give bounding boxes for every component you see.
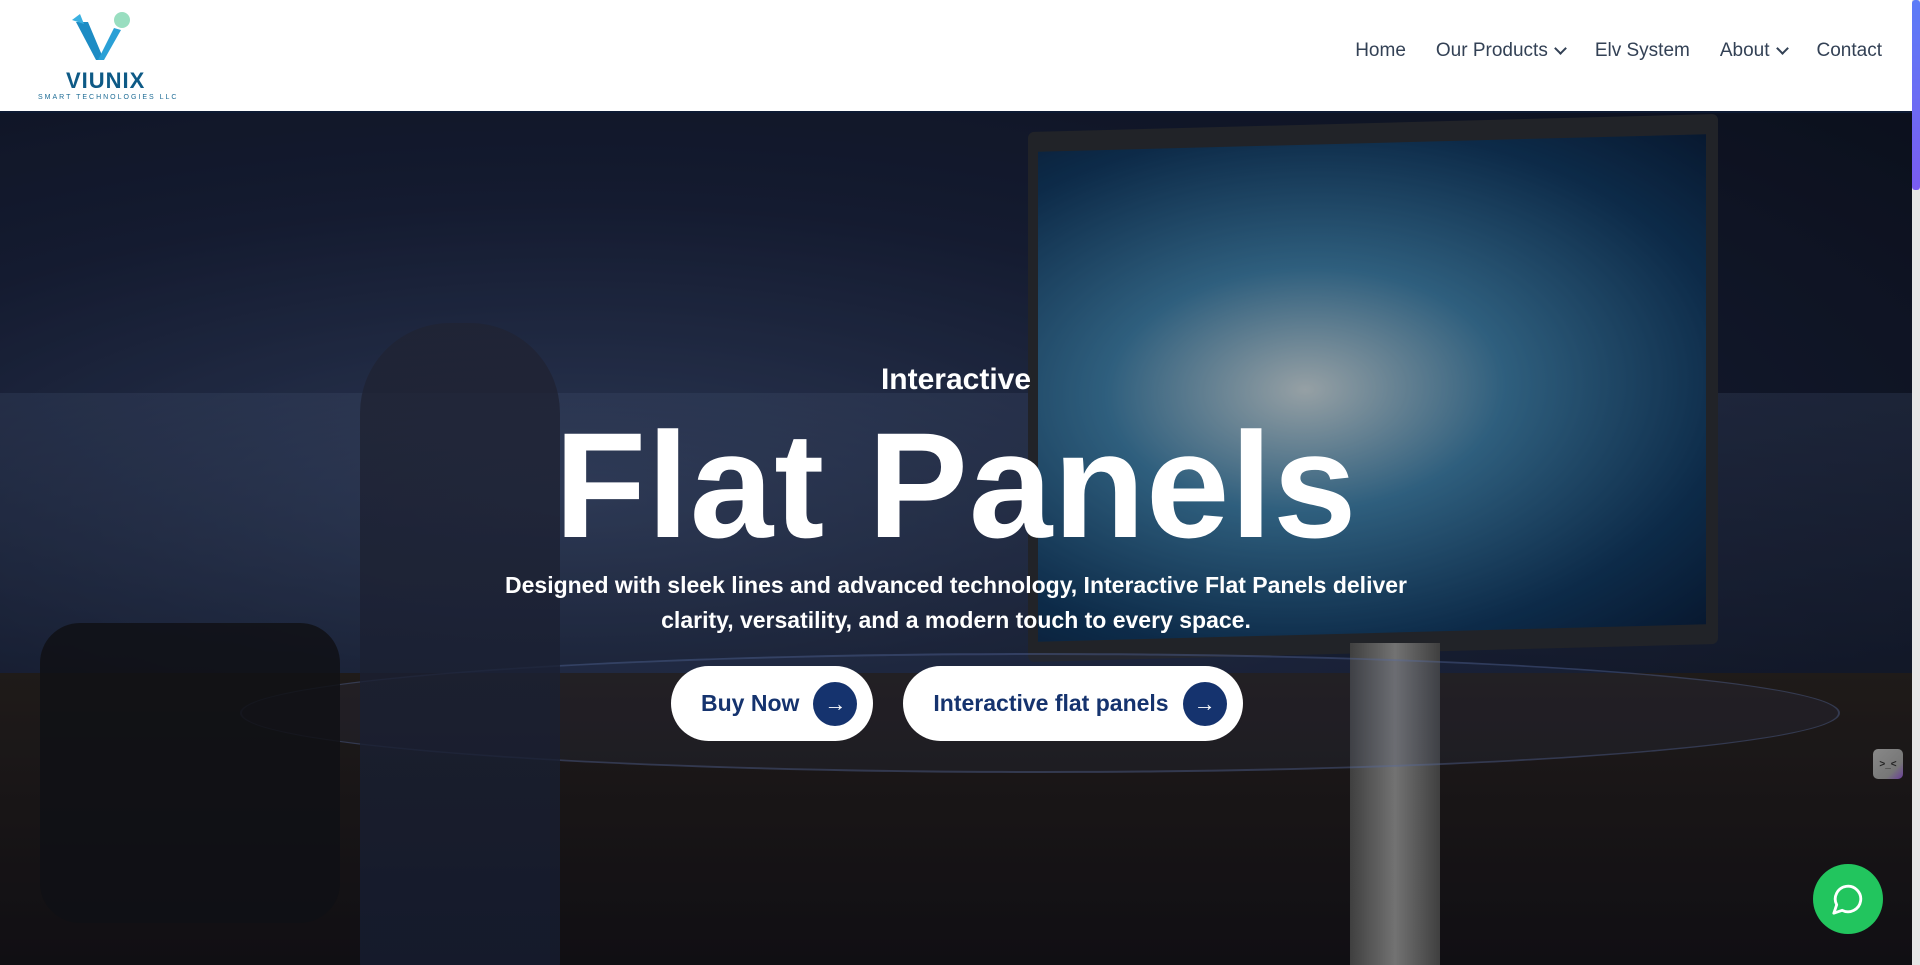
logo-tagline: SMART TECHNOLOGIES LLC [38, 94, 179, 101]
hero-title: Flat Panels [0, 403, 1912, 568]
arrow-right-icon: → [813, 681, 858, 726]
nav-label: Elv System [1594, 40, 1690, 61]
chevron-down-icon [1775, 42, 1789, 55]
button-label: Interactive flat panels [933, 690, 1169, 716]
nav-our-products[interactable]: Our Products [1435, 40, 1567, 62]
site-header: VIUNIX SMART TECHNOLOGIES LLC Home Our P… [0, 0, 1912, 113]
scrollbar-thumb[interactable] [1912, 0, 1920, 190]
logo-brand: VIUNIX [66, 68, 146, 93]
nav-home[interactable]: Home [1355, 40, 1406, 62]
logo[interactable]: VIUNIX SMART TECHNOLOGIES LLC [36, 10, 186, 101]
hero-buttons: Buy Now → Interactive flat panels → [671, 666, 1243, 741]
hero-kicker-text: Interactive [880, 363, 1032, 396]
nav-label: Home [1355, 40, 1406, 61]
page-scrollbar[interactable] [1912, 0, 1920, 965]
main-nav: Home Our Products Elv System About Conta… [1355, 40, 1882, 62]
nav-about[interactable]: About [1719, 40, 1789, 62]
hero-section: Interactive Flat Panels Designed with sl… [0, 113, 1912, 965]
buy-now-button[interactable]: Buy Now → [671, 666, 874, 741]
floating-widget-button[interactable]: >_< [1873, 749, 1903, 779]
button-label: Buy Now [701, 690, 800, 716]
chevron-down-icon [1553, 42, 1567, 55]
hero-description: Designed with sleek lines and advanced t… [0, 568, 1912, 638]
nav-elv-system[interactable]: Elv System [1595, 40, 1690, 62]
hero-title-text: Flat Panels [554, 401, 1358, 569]
chat-button[interactable] [1813, 864, 1883, 934]
hero-description-line: clarity, versatility, and a modern touch… [661, 607, 1251, 633]
logo-mark-icon [72, 12, 130, 60]
nav-contact[interactable]: Contact [1817, 40, 1882, 62]
arrow-right-icon: → [1182, 681, 1227, 726]
nav-label: Contact [1816, 40, 1882, 61]
nav-label: About [1719, 40, 1770, 61]
chat-bubble-icon [1832, 884, 1863, 915]
hero-description-line: Designed with sleek lines and advanced t… [505, 572, 1407, 598]
hero-kicker: Interactive [0, 363, 1912, 397]
nav-label: Our Products [1435, 40, 1548, 61]
interactive-flat-panels-button[interactable]: Interactive flat panels → [903, 666, 1243, 741]
